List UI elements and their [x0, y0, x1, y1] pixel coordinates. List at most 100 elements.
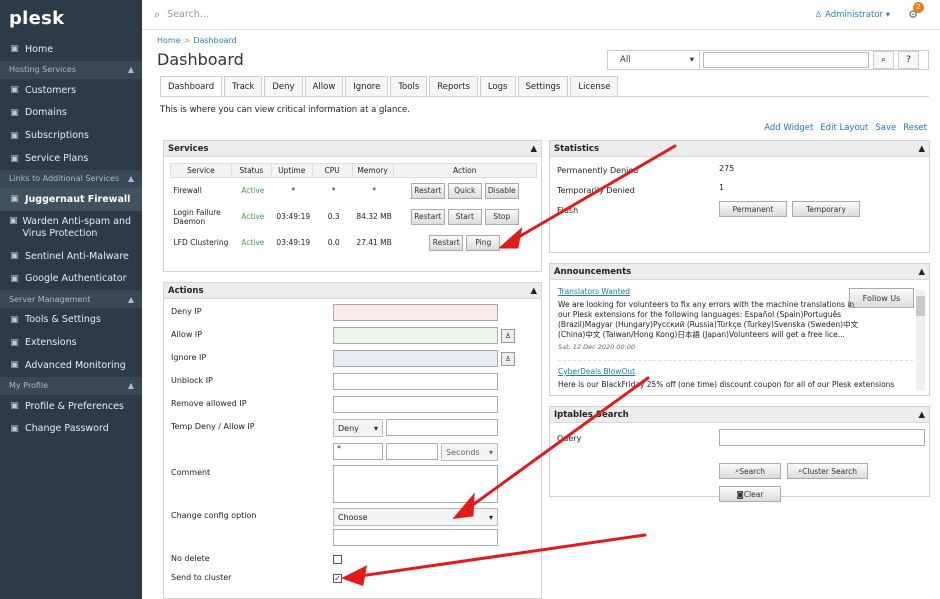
remove-allowed-ip-input[interactable]: [333, 396, 498, 413]
service-status: Active: [241, 186, 265, 196]
clear-button[interactable]: ◙ Clear: [719, 486, 781, 502]
sidebar-item-home[interactable]: ▣ Home: [0, 38, 142, 61]
service-restart-button[interactable]: Restart: [429, 234, 464, 251]
sidebar-item-customers[interactable]: ▣ Customers: [0, 79, 142, 102]
sidebar-item-warden-anti-spam-and-virus-protection[interactable]: ▣ Warden Anti-spam and Virus Protection: [0, 211, 142, 245]
temp-value-input[interactable]: *: [333, 443, 383, 460]
service-ping-button[interactable]: Ping: [466, 234, 501, 251]
tab-logs[interactable]: Logs: [479, 76, 516, 96]
service-start-button[interactable]: Start: [447, 208, 482, 225]
tab-license[interactable]: License: [570, 76, 619, 96]
config-option-select[interactable]: Choose ▾: [333, 508, 498, 526]
service-uptime: *: [291, 186, 296, 196]
temp-duration-input[interactable]: [386, 443, 438, 460]
tab-ignore[interactable]: Ignore: [345, 76, 389, 96]
breadcrumb-home[interactable]: Home: [157, 36, 181, 45]
send-to-cluster-checkbox[interactable]: ✓: [333, 574, 342, 583]
user-menu[interactable]: ♙ Administrator ▾: [815, 10, 890, 20]
sidebar-item-google-authenticator[interactable]: ▣ Google Authenticator: [0, 268, 142, 291]
collapse-icon[interactable]: ▲: [918, 267, 925, 277]
collapse-icon[interactable]: ▲: [128, 381, 134, 390]
tab-allow[interactable]: Allow: [304, 76, 344, 96]
search-icon: ⌕: [880, 55, 887, 65]
tab-track[interactable]: Track: [224, 76, 263, 96]
temp-type-select[interactable]: Deny ▾: [333, 419, 383, 437]
unblock-ip-input[interactable]: [333, 373, 498, 390]
scrollbar-thumb[interactable]: [916, 296, 925, 316]
plesk-logo[interactable]: plesk: [0, 0, 142, 38]
tabs-underline: [160, 96, 929, 97]
sidebar-item-tools-settings[interactable]: ▣ Tools & Settings: [0, 308, 142, 331]
filter-input[interactable]: [703, 52, 869, 68]
collapse-icon[interactable]: ▲: [128, 65, 134, 74]
help-button[interactable]: ?: [898, 51, 919, 69]
sidebar-section-my-profile[interactable]: My Profile ▲: [0, 376, 142, 395]
save-link[interactable]: Save: [875, 123, 896, 133]
allow-user-button[interactable]: ♙: [501, 329, 515, 343]
sidebar-item-subscriptions[interactable]: ▣ Subscriptions: [0, 124, 142, 147]
flush-temporary-button[interactable]: Temporary: [792, 201, 860, 217]
action-label-no-delete: No delete: [171, 554, 210, 563]
collapse-icon[interactable]: ▲: [128, 295, 134, 304]
tab-settings[interactable]: Settings: [517, 76, 569, 96]
comment-textarea[interactable]: [333, 465, 498, 503]
tab-reports[interactable]: Reports: [429, 76, 478, 96]
search-button[interactable]: ⌕: [873, 51, 894, 69]
config-value-input[interactable]: [333, 529, 498, 546]
duration-unit-select[interactable]: Seconds ▾: [441, 443, 498, 461]
action-label-change-config-option: Change config option: [171, 511, 257, 520]
sidebar-section-server-management[interactable]: Server Management ▲: [0, 290, 142, 309]
service-disable-button[interactable]: Disable: [484, 182, 519, 199]
tab-tools[interactable]: Tools: [390, 76, 428, 96]
collapse-icon[interactable]: ▲: [530, 144, 537, 154]
cluster-search-button[interactable]: ⌕ Cluster Search: [787, 463, 868, 479]
service-restart-button[interactable]: Restart: [410, 208, 445, 225]
sidebar-item-change-password[interactable]: ▣ Change Password: [0, 418, 142, 441]
announcement-title[interactable]: Translators Wanted: [558, 287, 913, 297]
reset-link[interactable]: Reset: [903, 123, 927, 133]
announcement-date: Sat, 12 Dec 2020 00:00: [558, 343, 636, 351]
sidebar-item-label: Customers: [25, 84, 77, 96]
tab-dashboard[interactable]: Dashboard: [160, 76, 223, 97]
sidebar-item-sentinel-anti-malware[interactable]: ▣ Sentinel Anti-Malware: [0, 245, 142, 268]
extensions-icon: ▣: [10, 337, 19, 348]
ignore-user-button[interactable]: ♙: [501, 352, 515, 366]
collapse-icon[interactable]: ▲: [918, 144, 925, 154]
sidebar-item-domains[interactable]: ▣ Domains: [0, 102, 142, 125]
breadcrumb-dashboard[interactable]: Dashboard: [193, 36, 236, 45]
announcement-title[interactable]: CyberDeals BlowOut: [558, 367, 913, 377]
ignore-ip-input[interactable]: [333, 350, 498, 367]
services-panel: Services ▲ Service Status Uptime CPU Memory Ac…: [163, 140, 542, 272]
announcements-scrollbar[interactable]: [916, 290, 925, 391]
deny-ip-input[interactable]: [333, 304, 498, 321]
edit-layout-link[interactable]: Edit Layout: [820, 123, 868, 133]
service-status: Active: [241, 212, 265, 221]
sidebar-item-profile-preferences[interactable]: ▣ Profile & Preferences: [0, 395, 142, 418]
flush-permanent-button[interactable]: Permanent: [719, 201, 787, 217]
search-button[interactable]: ⌕ Search: [719, 463, 781, 479]
sidebar-item-service-plans[interactable]: ▣ Service Plans: [0, 147, 142, 170]
collapse-icon[interactable]: ▲: [128, 174, 134, 183]
allow-ip-input[interactable]: [333, 327, 498, 344]
announcements-title: Announcements: [554, 266, 632, 277]
user-icon: ♙: [814, 10, 826, 20]
service-service: Firewall: [173, 186, 202, 196]
sidebar-item-advanced-monitoring[interactable]: ▣ Advanced Monitoring: [0, 354, 142, 377]
no-delete-checkbox[interactable]: [333, 555, 342, 564]
sidebar-section-hosting-services[interactable]: Hosting Services ▲: [0, 60, 142, 79]
collapse-icon[interactable]: ▲: [918, 410, 925, 420]
sidebar-item-juggernaut-firewall[interactable]: ▣ Juggernaut Firewall: [0, 187, 142, 211]
service-quick-button[interactable]: Quick: [447, 182, 482, 199]
service-stop-button[interactable]: Stop: [484, 208, 519, 225]
query-input[interactable]: [719, 429, 925, 446]
filter-select[interactable]: All ▾: [608, 51, 700, 69]
temp-ip-input[interactable]: [386, 419, 498, 436]
sidebar-section-links-to-additional-services[interactable]: Links to Additional Services ▲: [0, 169, 142, 188]
tab-deny[interactable]: Deny: [264, 76, 303, 96]
service-restart-button[interactable]: Restart: [410, 182, 445, 199]
add-widget-link[interactable]: Add Widget: [764, 123, 813, 133]
collapse-icon[interactable]: ▲: [530, 286, 537, 296]
plans-icon: ▣: [10, 153, 19, 164]
top-search[interactable]: ⌕ Search...: [154, 8, 209, 22]
sidebar-item-extensions[interactable]: ▣ Extensions: [0, 331, 142, 354]
